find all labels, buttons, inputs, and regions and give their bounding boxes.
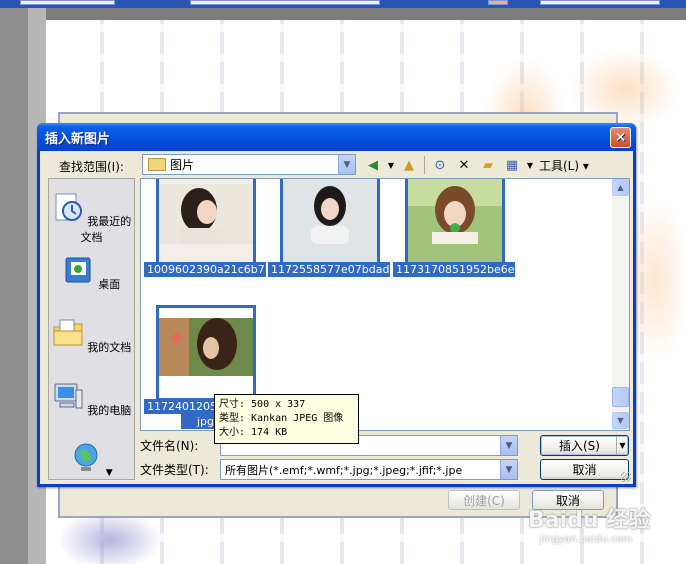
my-documents-icon [53,319,83,346]
place-recent-documents[interactable]: 我最近的文档 [49,191,134,245]
create-button[interactable]: 创建(C) [448,490,520,510]
place-label: 我的文档 [87,341,132,354]
filetype-value: 所有图片(*.emf;*.wmf;*.jpg;*.jpeg;*.jfif;*.j… [225,464,463,477]
filename-label: 文件名(N): [140,439,199,453]
tooltip-size: 尺寸: 500 x 337 [219,399,306,410]
insert-button-label: 插入(S) [559,439,600,453]
filetype-select[interactable]: 所有图片(*.emf;*.wmf;*.jpg;*.jpeg;*.jfif;*.j… [220,459,518,480]
lookin-value: 图片 [170,158,195,172]
file-thumbnail-selected[interactable] [156,305,256,401]
baidu-watermark: Baidu 经验 [528,508,651,533]
photo-thumbnail-image [408,179,502,266]
app-left-panel [0,8,28,564]
desktop-icon [65,257,91,283]
photo-thumbnail-image [159,308,253,398]
dialog-titlebar[interactable]: 插入新图片 ✕ [37,123,636,151]
place-network[interactable]: ▼ [49,441,134,478]
toolbar-field[interactable] [540,0,660,5]
new-folder-icon[interactable]: ▰ [477,154,499,176]
chevron-down-icon[interactable]: ▼ [386,154,396,176]
network-places-icon [74,443,98,471]
file-name-label[interactable]: 1172558577e07bdad... [268,262,390,277]
scroll-down-button[interactable]: ▼ [612,412,629,429]
chevron-down-icon: ▼ [617,416,624,425]
places-bar: 我最近的文档 桌面 我的文档 我的电脑 ▼ [48,178,135,480]
photo-thumbnail-image [283,179,377,266]
file-thumbnail[interactable] [405,179,505,269]
chevron-down-icon[interactable]: ▼ [500,436,517,455]
file-name-extension[interactable]: jpg [181,414,217,429]
lookin-combo[interactable]: 图片 ▼ [142,154,356,175]
insert-button[interactable]: 插入(S) ▼ [540,435,629,456]
chevron-down-icon[interactable]: ▼ [616,436,628,455]
place-my-computer[interactable]: 我的电脑 [49,380,134,418]
my-computer-icon [54,383,83,409]
filetype-label: 文件类型(T): [140,463,209,477]
chevron-down-icon[interactable]: ▼ [525,154,535,176]
close-button[interactable]: ✕ [610,127,631,148]
place-my-documents[interactable]: 我的文档 [49,317,134,355]
toolbar-field[interactable] [190,0,380,5]
places-more-indicator[interactable]: ▼ [106,468,113,478]
file-thumbnail[interactable] [156,179,256,269]
folder-icon [148,158,166,171]
resize-grip[interactable] [621,472,631,482]
views-icon[interactable]: ▦ [501,154,523,176]
chevron-up-icon: ▲ [617,183,624,192]
tooltip-type: 类型: Kankan JPEG 图像 [219,413,344,424]
close-icon: ✕ [614,129,627,146]
file-thumbnail[interactable] [280,179,380,269]
toolbar-field[interactable] [20,0,115,5]
dialog-toolbar: ◀ ▼ ▲ ⊙ ✕ ▰ ▦ ▼ 工具(L) ▾ [362,154,591,176]
cancel-button[interactable]: 取消 [540,459,629,480]
tools-menu-label: 工具(L) [539,158,580,173]
file-name-label[interactable]: 1173170851952be6e... [393,262,515,277]
place-label: 我最近的文档 [80,215,132,244]
place-desktop[interactable]: 桌面 [49,254,134,292]
photo-thumbnail-image [159,179,253,266]
toolbar-color-swatch[interactable] [488,0,508,5]
tooltip-filesize: 大小: 174 KB [219,427,288,438]
scroll-up-button[interactable]: ▲ [612,179,629,196]
back-icon[interactable]: ◀ [362,154,384,176]
file-list-scrollbar[interactable]: ▲ ▼ [612,179,629,430]
chevron-down-icon[interactable]: ▼ [338,155,355,174]
baidu-watermark-url: jingyan.baidu.com [540,534,633,545]
delete-icon[interactable]: ✕ [453,154,475,176]
file-name-label[interactable]: 1009602390a21c6b7... [144,262,266,277]
toolbar-separator [424,156,425,174]
chevron-down-icon[interactable]: ▼ [500,460,517,479]
place-label: 我的电脑 [87,404,132,417]
tools-menu[interactable]: 工具(L) ▾ [537,157,591,174]
scrollbar-thumb[interactable] [612,387,629,407]
file-info-tooltip: 尺寸: 500 x 337 类型: Kankan JPEG 图像 大小: 174… [214,394,359,444]
up-folder-icon[interactable]: ▲ [398,154,420,176]
search-web-icon[interactable]: ⊙ [429,154,451,176]
app-toolbar-strip [0,0,686,8]
recent-documents-icon [55,193,82,221]
place-label: 桌面 [98,278,121,291]
lookin-label: 查找范围(I): [59,160,124,174]
dialog-title: 插入新图片 [45,131,111,147]
